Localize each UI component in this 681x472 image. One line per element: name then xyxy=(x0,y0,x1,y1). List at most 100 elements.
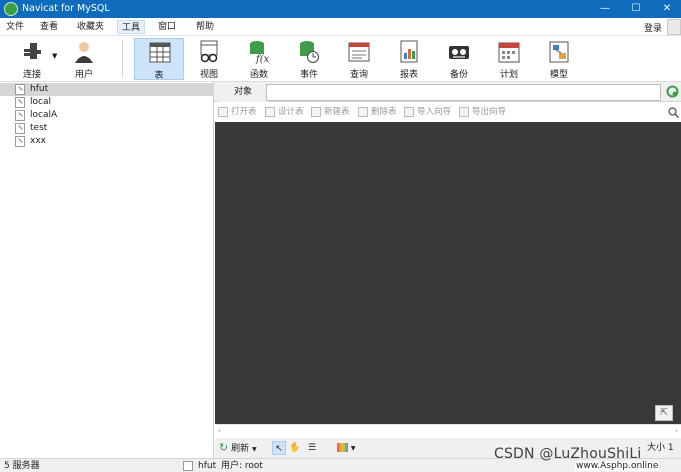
report-button[interactable]: 报表 xyxy=(384,38,434,80)
function-label: 函数 xyxy=(249,70,268,80)
new-table-label: 新建表 xyxy=(324,107,350,117)
model-button[interactable]: 模型 xyxy=(534,38,584,80)
refresh-connection-icon[interactable] xyxy=(666,85,679,98)
scroll-right-icon[interactable]: › xyxy=(675,426,678,435)
login-link[interactable]: 登录 xyxy=(644,21,662,34)
event-button[interactable]: 事件 xyxy=(284,38,334,80)
connection-item[interactable]: hfut xyxy=(0,83,214,96)
query-label: 查询 xyxy=(349,70,368,80)
view-label: 视图 xyxy=(199,70,218,80)
export-wizard-icon xyxy=(459,106,469,117)
table-button[interactable]: 表 xyxy=(134,38,184,81)
new-table-icon xyxy=(311,106,321,117)
view-button[interactable]: 视图 xyxy=(184,38,234,80)
backup-button[interactable]: 备份 xyxy=(434,38,484,80)
menu-help[interactable]: 帮助 xyxy=(192,20,218,34)
navicat-window: Navicat for MySQL — ☐ ✕ 文件 查看 收藏夹 工具 窗口 … xyxy=(0,0,681,472)
status-connection: hfut xyxy=(198,461,217,471)
object-tab-row: 对象 xyxy=(214,82,681,102)
connection-name: xxx xyxy=(30,136,46,146)
connection-item[interactable]: localA xyxy=(0,109,214,122)
schedule-label: 计划 xyxy=(499,70,518,80)
connection-item[interactable]: local xyxy=(0,96,214,109)
user-label: 用户 xyxy=(74,70,93,80)
report-label: 报表 xyxy=(399,70,418,80)
color-tag-button[interactable]: ▼ xyxy=(337,441,356,455)
object-list-area[interactable] xyxy=(215,122,681,424)
pointer-tool-icon[interactable]: ↖ xyxy=(272,441,286,455)
view-glasses-icon xyxy=(200,40,218,63)
menu-view[interactable]: 查看 xyxy=(36,20,62,34)
object-search-input[interactable] xyxy=(266,84,661,101)
connection-status-icon xyxy=(183,461,193,471)
function-button[interactable]: f(x) 函数 xyxy=(234,38,284,80)
object-toolbar: 打开表 设计表 新建表 删除表 导入向导 导出向导 xyxy=(214,102,681,122)
table-icon xyxy=(149,42,171,63)
maximize-icon[interactable]: ☐ xyxy=(621,0,651,18)
query-button[interactable]: 查询 xyxy=(334,38,384,80)
toolbar-divider xyxy=(122,40,123,78)
hand-tool-icon[interactable]: ✋ xyxy=(289,441,300,455)
backup-icon xyxy=(449,46,469,59)
watermark-text: CSDN @LuZhouShiLi xyxy=(494,446,642,462)
connection-icon xyxy=(15,97,25,108)
close-icon[interactable]: ✕ xyxy=(652,0,681,18)
design-table-icon xyxy=(265,106,275,117)
function-icon: f(x) xyxy=(250,41,270,64)
menu-window[interactable]: 窗口 xyxy=(154,20,180,34)
svg-text:f(x): f(x) xyxy=(255,54,270,64)
connect-dropdown-icon[interactable]: ▼ xyxy=(52,52,57,60)
main-toolbar: 连接 ▼ 用户 表 视图 f(x) 函数 事件 查询 报表 xyxy=(0,36,681,82)
connection-name: localA xyxy=(30,110,58,120)
connection-icon xyxy=(15,110,25,121)
connection-item[interactable]: xxx xyxy=(0,135,214,148)
delete-table-button[interactable]: 删除表 xyxy=(358,106,397,119)
server-count: 5 服务器 xyxy=(4,461,40,471)
scroll-left-icon[interactable]: ‹ xyxy=(218,426,221,435)
delete-table-label: 删除表 xyxy=(371,107,397,117)
connection-icon xyxy=(15,123,25,134)
plug-icon xyxy=(24,43,41,59)
menu-tools[interactable]: 工具 xyxy=(117,20,146,34)
open-table-label: 打开表 xyxy=(231,107,257,117)
schedule-button[interactable]: 计划 xyxy=(484,38,534,80)
refresh-label: 刷新 xyxy=(231,444,250,454)
watermark-site: www.Asphp.online xyxy=(575,461,660,471)
navicat-logo-icon xyxy=(4,2,18,16)
search-icon[interactable] xyxy=(668,107,679,118)
new-table-button[interactable]: 新建表 xyxy=(311,106,350,119)
connection-icon xyxy=(15,136,25,147)
menu-favorites[interactable]: 收藏夹 xyxy=(73,20,108,34)
connection-name: hfut xyxy=(30,84,49,94)
window-title: Navicat for MySQL xyxy=(22,3,110,14)
tab-objects[interactable]: 对象 xyxy=(218,84,268,102)
open-table-button[interactable]: 打开表 xyxy=(218,106,257,119)
connection-item[interactable]: test xyxy=(0,122,214,135)
export-wizard-button[interactable]: 导出向导 xyxy=(459,106,506,119)
user-button[interactable]: 用户 xyxy=(59,38,109,80)
minimize-icon[interactable]: — xyxy=(590,0,620,18)
refresh-button[interactable]: ↻ 刷新 ▼ xyxy=(219,441,257,455)
backup-label: 备份 xyxy=(449,70,468,80)
menu-file[interactable]: 文件 xyxy=(2,20,28,34)
size-label: 大小 1 xyxy=(647,443,674,453)
event-clock-icon xyxy=(300,41,319,63)
menu-bar: 文件 查看 收藏夹 工具 窗口 帮助 xyxy=(0,18,681,36)
event-label: 事件 xyxy=(299,70,318,80)
connect-button[interactable]: 连接 xyxy=(7,38,57,80)
avatar[interactable] xyxy=(667,19,681,35)
status-user: 用户: root xyxy=(221,461,263,471)
design-table-button[interactable]: 设计表 xyxy=(265,106,304,119)
open-table-icon xyxy=(218,106,228,117)
detail-view-icon[interactable]: ☰ xyxy=(308,441,316,455)
connect-label: 连接 xyxy=(22,70,41,80)
horizontal-scrollbar[interactable]: ‹ › xyxy=(215,424,681,438)
connection-name: test xyxy=(30,123,48,133)
model-label: 模型 xyxy=(549,70,568,80)
color-palette-icon xyxy=(337,443,348,452)
report-icon xyxy=(400,40,418,63)
import-wizard-button[interactable]: 导入向导 xyxy=(404,106,451,119)
collapse-panel-icon[interactable]: ⇱ xyxy=(655,405,673,421)
design-table-label: 设计表 xyxy=(278,107,304,117)
export-wizard-label: 导出向导 xyxy=(472,107,507,117)
